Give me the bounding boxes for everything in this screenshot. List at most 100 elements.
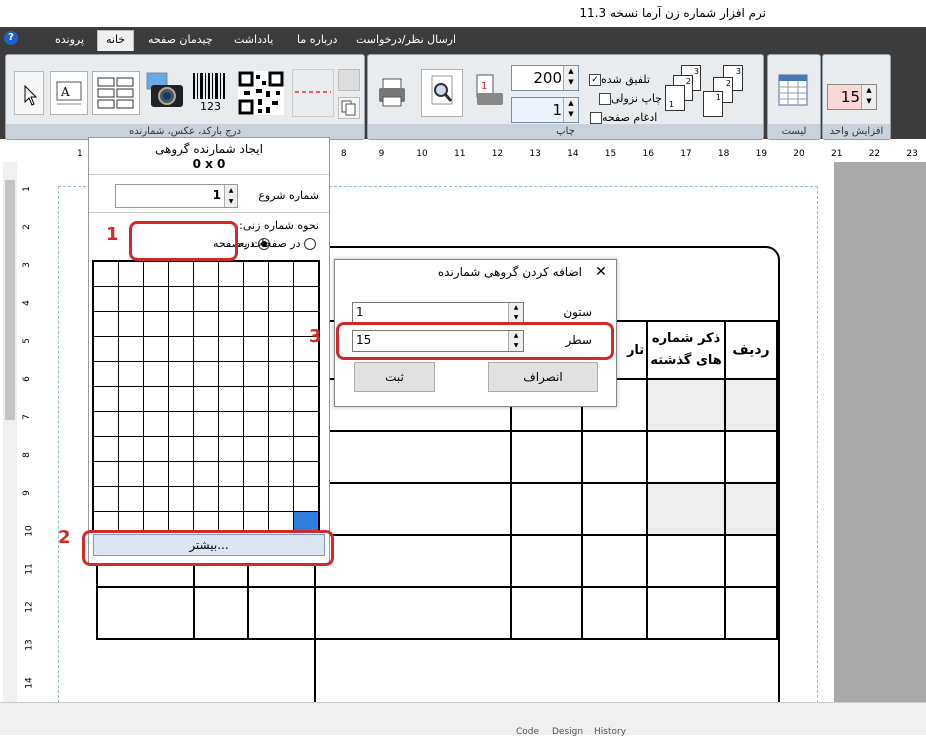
ruler-number: 2 [21,224,32,230]
spinner-arrows-icon[interactable]: ▲ ▼ [224,185,237,207]
status-tab-history[interactable]: History [594,727,626,737]
page-value: 1 [552,101,562,119]
copies-spinner[interactable]: 200 ▲ ▼ [511,65,579,91]
barcode-number: 123 [200,100,221,113]
radio-icon[interactable] [304,238,316,250]
magnifier-icon [431,75,453,105]
ruler-number: 10 [416,149,428,159]
ruler-number: 8 [340,149,347,159]
ruler-number: 13 [24,639,35,651]
counter-grid[interactable] [92,260,320,532]
spinner-arrows-icon[interactable]: ▲ ▼ [861,85,876,109]
start-number-label: شماره شروع [258,189,319,202]
qr-code-button[interactable] [236,69,286,117]
option-descending[interactable]: چاپ نزولی [596,92,662,105]
annotation-box-2 [82,530,334,566]
tab-notes[interactable]: یادداشت [234,31,273,51]
ruler-number: 1 [77,149,83,159]
numbering-mode-label: نحوه شماره زنی: [239,219,319,232]
ribbon-group-print: 1 200 ▲ ▼ 1 ▲ ▼ تلفیق شده✓ چاپ نزولی ادغام… [367,54,764,140]
checkbox-checked-icon[interactable]: ✓ [589,74,601,86]
printer-icon [379,78,405,107]
barcode-button[interactable]: 123 [190,69,230,115]
vertical-scroll-thumb[interactable] [5,180,15,420]
shape-button[interactable] [338,69,360,91]
annotation-number-3: 3 [309,326,322,347]
ribbon-group-increment: 15 ▲ ▼ افزایش واحد [822,54,891,140]
select-pointer-button[interactable] [14,71,44,115]
start-number-input[interactable]: 1 ▲ ▼ [115,184,238,208]
page-order-icon: 1 [703,91,723,117]
camera-icon [146,72,183,107]
svg-text:A: A [60,85,70,99]
title-bar: نرم افزار شماره زن آرما نسخه 11.3 [0,0,926,27]
ruler-number: 12 [24,601,35,613]
ruler-number: 6 [21,376,32,382]
canvas-right-margin [834,162,926,702]
ruler-number: 14 [24,677,35,689]
copy-icon [341,100,356,116]
popup-size: 0 x 0 [192,157,226,171]
copy-button[interactable] [338,97,360,119]
annotation-box-3 [336,322,614,360]
help-icon[interactable]: ? [4,31,18,45]
ribbon-group-print-caption: چاپ [368,124,763,139]
spinner-arrows-icon[interactable]: ▲ ▼ [563,66,578,90]
ruler-number: 3 [21,262,32,268]
ribbon-group-list: لیست [767,54,821,140]
ruler-number: 11 [24,563,35,575]
column-label: ستون [563,305,592,319]
popup-title: ایجاد شمارنده گروهی [155,142,263,156]
start-number-value: 1 [212,188,221,202]
ruler-number: 18 [717,149,730,159]
ruler-number: 7 [21,414,32,420]
spinner-arrows-icon[interactable]: ▲ ▼ [508,303,523,323]
status-tab-code[interactable]: Code [516,727,539,737]
spinner-arrows-icon[interactable]: ▲ ▼ [563,98,578,122]
cancel-button[interactable]: انصراف [488,362,598,392]
ruler-number: 12 [491,149,504,159]
pointer-icon [24,84,38,106]
dashed-line-icon [295,91,331,93]
checkbox-icon[interactable] [590,112,602,124]
print-preview-button[interactable] [421,69,463,117]
list-button[interactable] [776,69,810,113]
ruler-number: 20 [793,149,805,159]
option-merge-page[interactable]: ادغام صفحه [587,111,657,124]
annotation-box-1 [129,221,238,261]
tab-feedback[interactable]: ارسال نظر/درخواست [356,31,456,51]
tab-home[interactable]: خانه [97,30,135,51]
tab-about[interactable]: درباره ما [297,31,337,51]
option-merged[interactable]: تلفیق شده✓ [586,73,650,86]
print-setup-icon: 1 [476,74,503,105]
photo-button[interactable] [143,69,187,115]
ruler-number: 17 [680,149,692,159]
radio-in-pages[interactable]: در صفحات بعد [235,237,316,250]
column-input[interactable]: 1 ▲ ▼ [352,302,524,324]
window-title: نرم افزار شماره زن آرما نسخه 11.3 [579,6,766,20]
tab-file[interactable]: پرونده [55,31,84,51]
close-icon[interactable]: ✕ [592,263,610,281]
print-setup-button[interactable]: 1 [471,69,507,115]
selected-grid-cell[interactable] [294,512,318,531]
ok-button[interactable]: ثبت [354,362,435,392]
dialog-title: اضافه کردن گروهی شمارنده [437,265,582,279]
ruler-number: 9 [378,149,385,159]
tab-page-layout[interactable]: چیدمان صفحه [148,31,213,51]
checkbox-icon[interactable] [599,93,611,105]
barcode-icon [193,73,225,99]
increment-value: 15 [840,88,860,106]
line-button[interactable] [292,69,334,117]
print-button[interactable] [374,71,410,113]
ruler-number: 13 [529,149,541,159]
header-previous-numbers: ذکر شماره های گذشته [646,320,726,380]
ruler-number: 21 [831,149,843,159]
option-merged-label: تلفیق شده [601,73,651,86]
increment-spinner[interactable]: 15 ▲ ▼ [827,84,877,110]
status-tab-design[interactable]: Design [552,727,583,737]
page-spinner[interactable]: 1 ▲ ▼ [511,97,579,123]
text-box-button[interactable]: A [50,71,88,115]
ruler-number: 16 [642,149,654,159]
page-order-icon: 1 [665,85,685,111]
table-button[interactable] [92,71,140,115]
